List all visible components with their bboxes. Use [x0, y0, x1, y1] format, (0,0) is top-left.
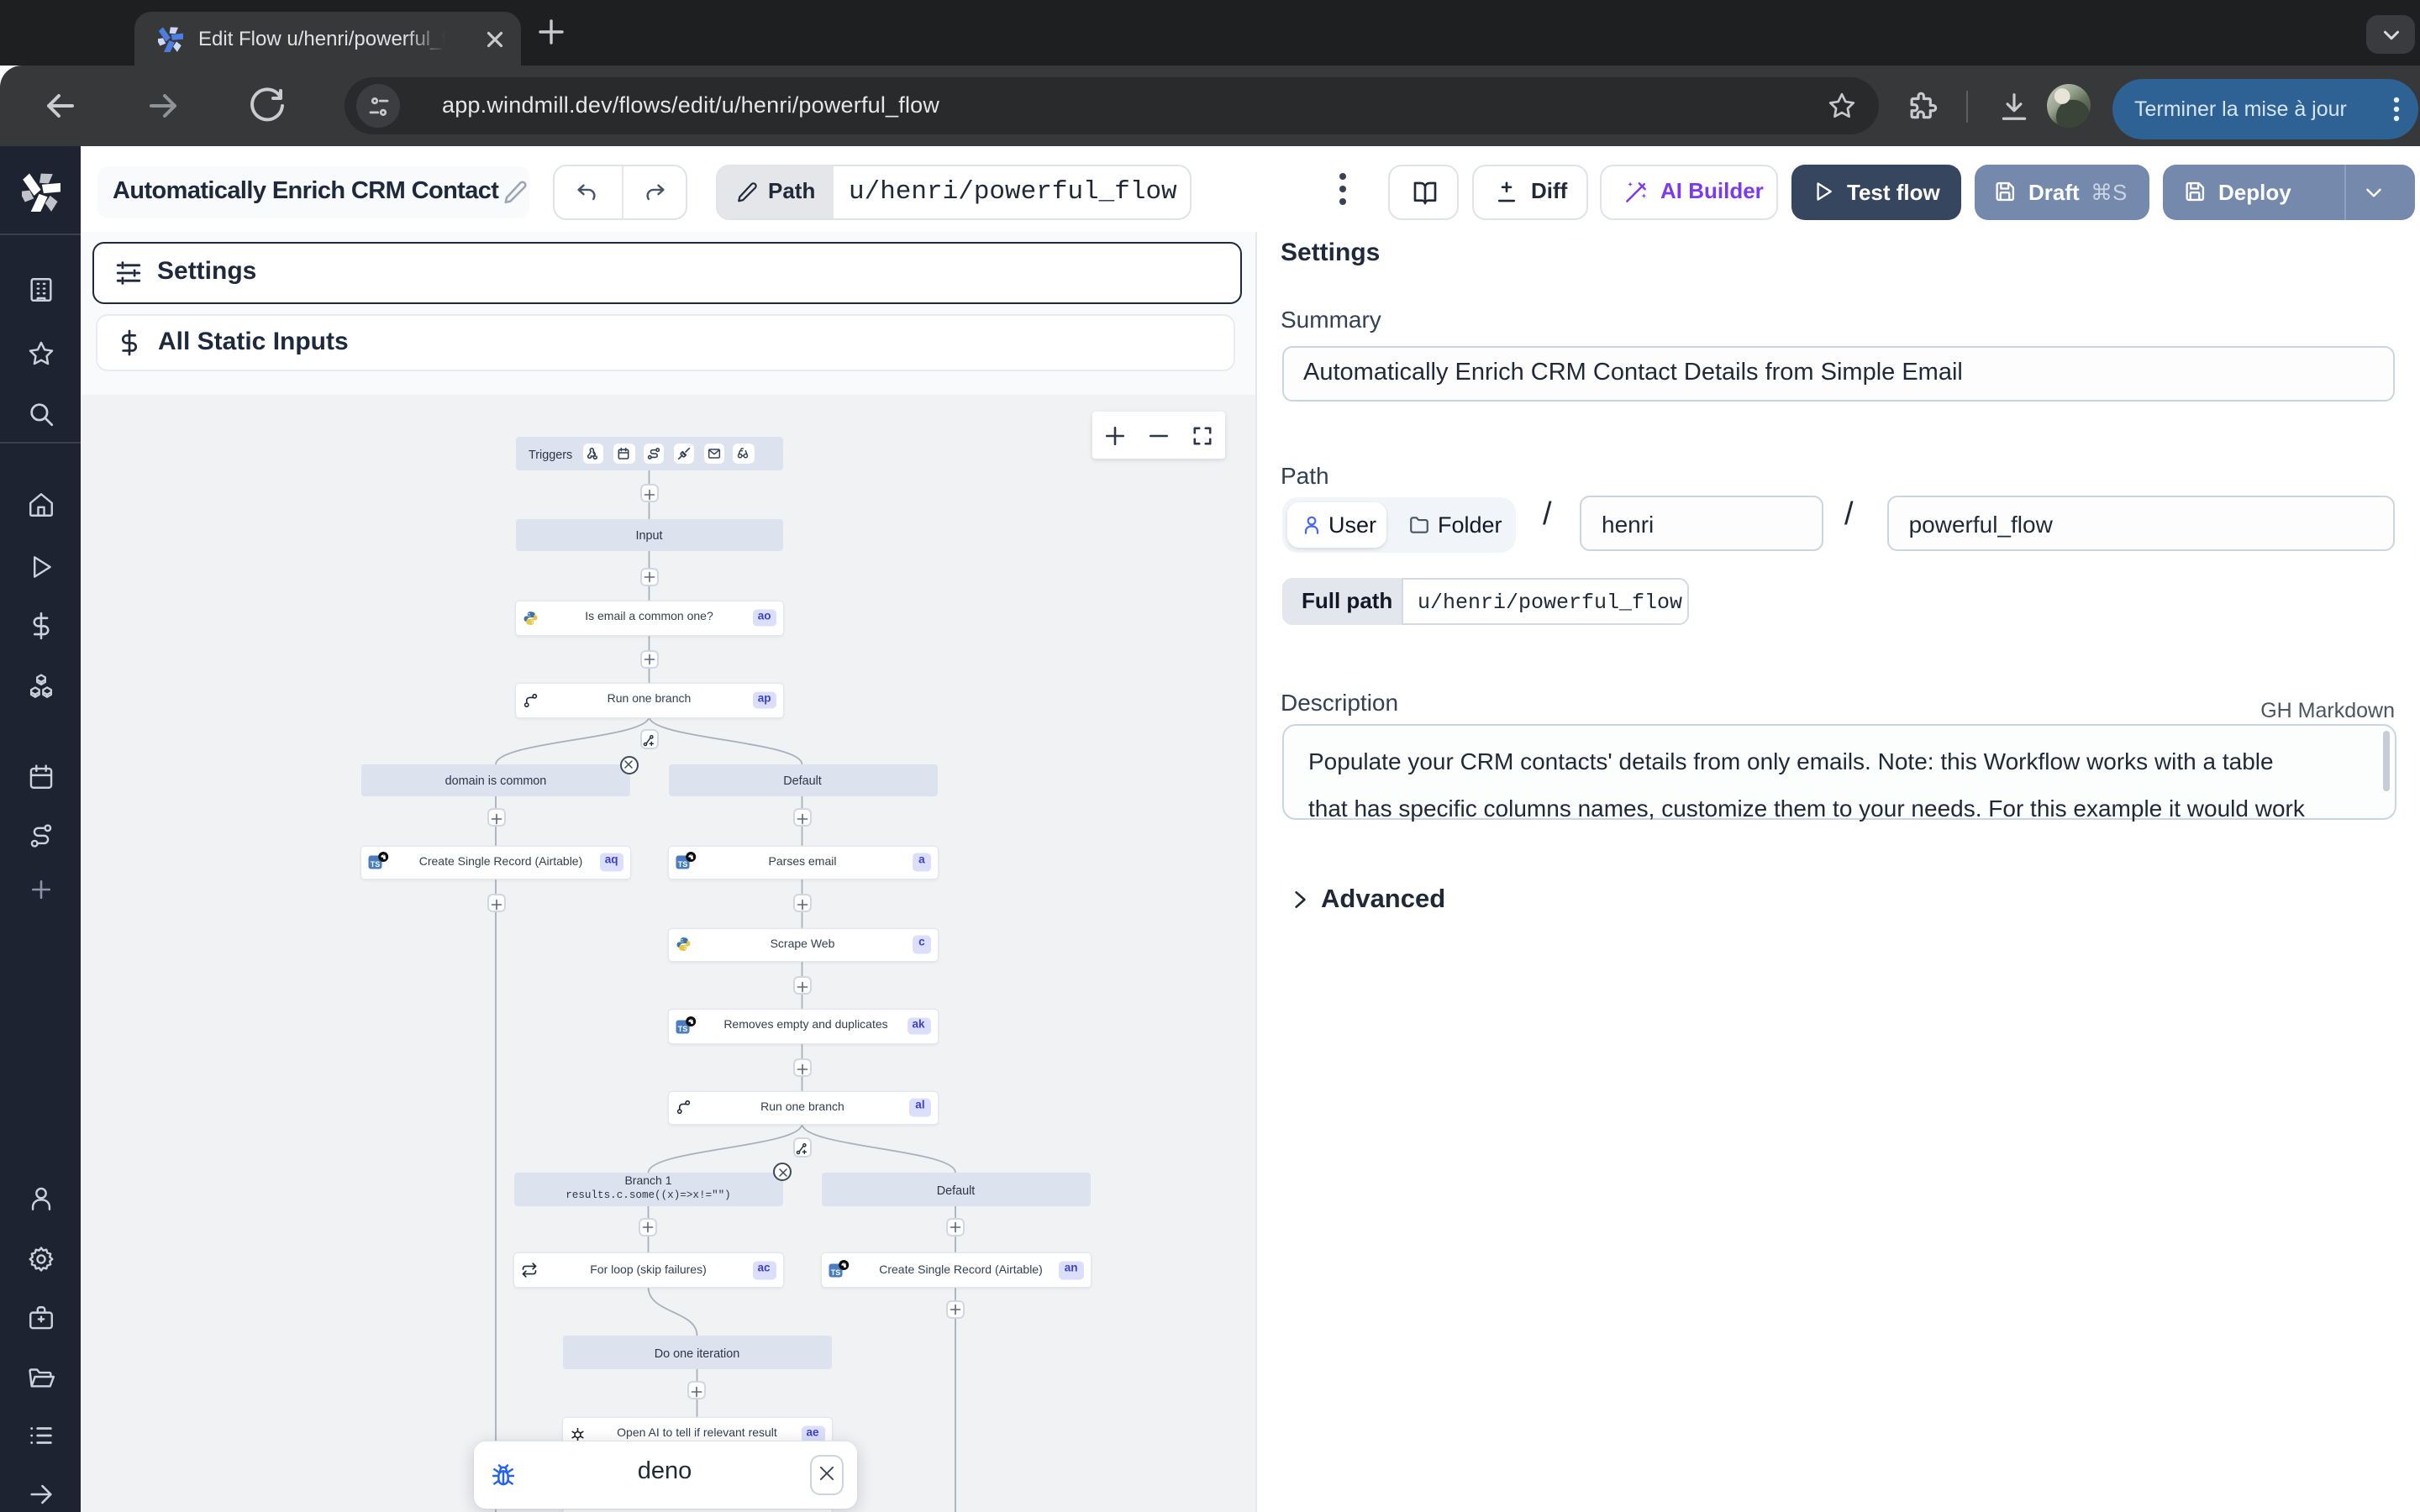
- svg-text:TS: TS: [371, 860, 381, 869]
- svg-text:TS: TS: [677, 860, 687, 869]
- svg-text:TS: TS: [831, 1268, 841, 1277]
- svg-text:TS: TS: [677, 1024, 687, 1032]
